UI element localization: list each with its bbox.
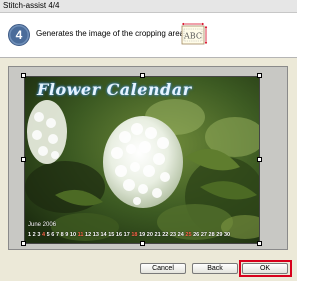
calendar-day: 13 bbox=[92, 232, 99, 238]
calendar-day: 29 bbox=[216, 232, 223, 238]
step-number: 4 bbox=[16, 28, 23, 42]
calendar-day: 8 bbox=[60, 232, 64, 238]
window-title: Stitch-assist 4/4 bbox=[3, 1, 60, 10]
calendar-day: 12 bbox=[85, 232, 92, 238]
calendar-day-row: 1 2 3 4 5 6 7 8 9 10 11 12 13 14 15 16 17 18 19 20 21 22 23 24 2… bbox=[28, 231, 259, 239]
calendar-day: 15 bbox=[108, 232, 115, 238]
crop-handle-middle-right[interactable] bbox=[257, 157, 262, 162]
calendar-day: 10 bbox=[69, 232, 77, 238]
crop-handle-top-left[interactable] bbox=[21, 73, 26, 78]
crop-handle-top-right[interactable] bbox=[257, 73, 262, 78]
crop-handle-middle-left[interactable] bbox=[21, 157, 26, 162]
calendar-day: 11 bbox=[77, 232, 84, 238]
crop-handle-bottom-right[interactable] bbox=[257, 241, 262, 246]
crop-handle-bottom-left[interactable] bbox=[21, 241, 26, 246]
calendar-day: 14 bbox=[100, 232, 107, 238]
step-instruction: Generates the image of the cropping area… bbox=[36, 29, 191, 38]
crop-abc-icon: ABC bbox=[181, 22, 208, 45]
calendar-day: 17 bbox=[123, 232, 130, 238]
calendar-day: 2 bbox=[32, 232, 36, 238]
calendar-day: 4 bbox=[41, 232, 46, 238]
step-header: 4 Generates the image of the cropping ar… bbox=[0, 13, 297, 58]
calendar-day: 16 bbox=[115, 232, 123, 238]
step-number-icon: 4 bbox=[8, 24, 30, 46]
crop-handle-bottom-center[interactable] bbox=[140, 241, 145, 246]
calendar-day: 9 bbox=[65, 232, 69, 238]
calendar-day: 3 bbox=[37, 232, 41, 238]
back-button[interactable]: Back bbox=[192, 263, 238, 274]
calendar-day: 25 bbox=[185, 232, 192, 238]
calendar-day: 28 bbox=[208, 232, 215, 238]
calendar-day: 23 bbox=[169, 232, 177, 238]
calendar-month: June 2006 bbox=[28, 222, 57, 228]
calendar-day: 6 bbox=[51, 232, 55, 238]
calendar-day: 24 bbox=[177, 232, 184, 238]
stitch-assist-dialog: Stitch-assist 4/4 4 Generates the image … bbox=[0, 0, 297, 281]
calendar-title: Flower Calendar bbox=[37, 80, 192, 99]
title-bar: Stitch-assist 4/4 bbox=[0, 0, 297, 13]
calendar-day: 1 bbox=[28, 232, 32, 238]
calendar-day: 26 bbox=[193, 232, 200, 238]
calendar-day: 30 bbox=[223, 232, 231, 238]
calendar-day: 22 bbox=[162, 232, 169, 238]
abc-icon-text: ABC bbox=[183, 32, 202, 41]
ok-button[interactable]: OK bbox=[242, 263, 288, 274]
calendar-day: 19 bbox=[139, 232, 146, 238]
crop-handle-top-center[interactable] bbox=[140, 73, 145, 78]
calendar-day: 18 bbox=[131, 232, 138, 238]
cancel-button[interactable]: Cancel bbox=[140, 263, 186, 274]
cropped-image-preview: Flower Calendar June 2006 1 2 3 4 5 6 7 8 9 10 11 1… bbox=[24, 76, 260, 244]
calendar-day: 20 bbox=[146, 232, 153, 238]
hydrangea-photo bbox=[25, 77, 259, 243]
calendar-day: 27 bbox=[200, 232, 207, 238]
calendar-day: 21 bbox=[154, 232, 161, 238]
calendar-day: 5 bbox=[46, 232, 50, 238]
calendar-day: 7 bbox=[55, 232, 59, 238]
